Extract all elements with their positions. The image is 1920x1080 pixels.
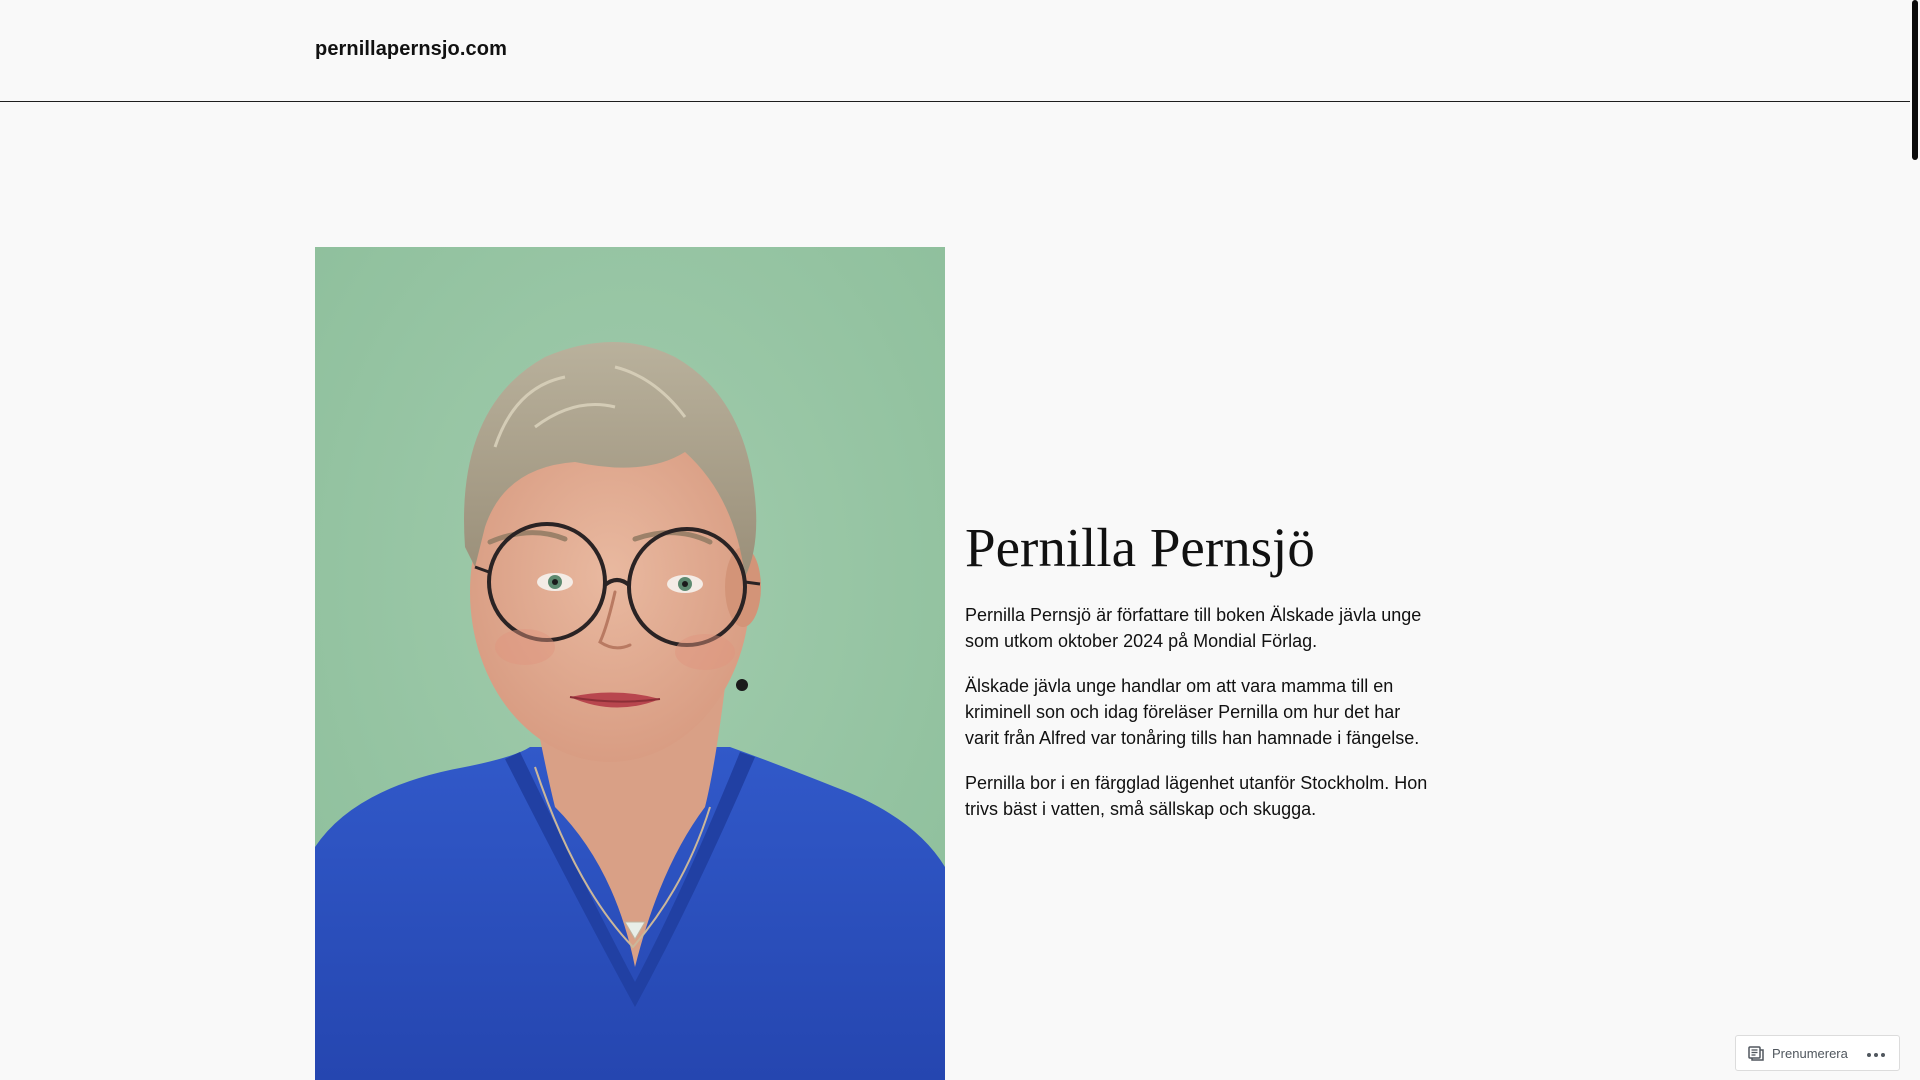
subscribe-bar: Prenumerera	[1735, 1035, 1900, 1071]
subscribe-button[interactable]: Prenumerera	[1736, 1036, 1858, 1070]
bio-paragraph: Pernilla Pernsjö är författare till boke…	[965, 605, 1422, 651]
ellipsis-icon	[1866, 1046, 1886, 1061]
author-name-heading: Pernilla Pernsjö	[965, 517, 1315, 578]
more-options-button[interactable]	[1858, 1036, 1892, 1070]
bio-paragraph: Pernilla bor i en färgglad lägenhet utan…	[965, 773, 1428, 819]
author-portrait	[315, 247, 945, 1080]
reader-icon	[1748, 1045, 1764, 1061]
site-title-link[interactable]: pernillapernsjo.com	[315, 38, 507, 61]
bio-paragraph: Älskade jävla unge handlar om att vara m…	[965, 676, 1420, 748]
author-bio: Pernilla Pernsjö Pernilla Pernsjö är för…	[965, 514, 1435, 841]
scrollbar[interactable]	[1910, 0, 1920, 1080]
subscribe-label: Prenumerera	[1772, 1045, 1848, 1061]
site-header: pernillapernsjo.com	[0, 0, 1910, 102]
scrollbar-thumb[interactable]	[1912, 0, 1918, 160]
